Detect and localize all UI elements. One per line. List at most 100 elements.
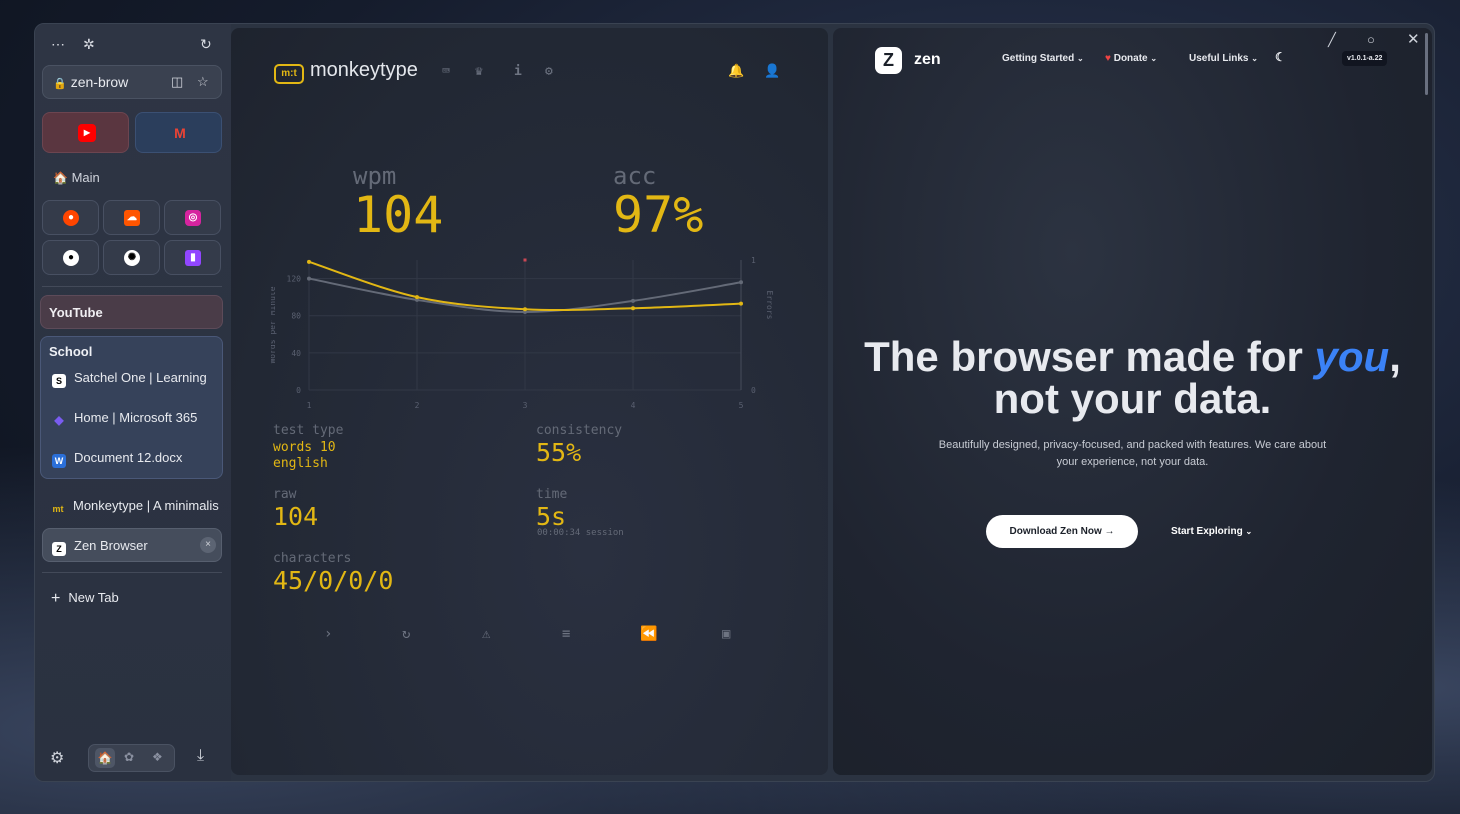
error-marker	[523, 258, 527, 262]
tab-monkeytype[interactable]: mt Monkeytype | A minimalistic	[51, 498, 220, 522]
new-tab-button[interactable]: + New Tab	[51, 590, 119, 614]
replay-icon[interactable]: ⏪	[640, 626, 657, 642]
test-type-label: test type	[273, 423, 344, 438]
url-bar[interactable]: 🔒 zen-brow ◫ ☆	[42, 65, 222, 99]
time-session: 00:00:34 session	[537, 528, 624, 538]
essential-reddit[interactable]: ●	[42, 200, 99, 235]
close-window-icon[interactable]: ✕	[1407, 30, 1420, 48]
series-point	[307, 276, 311, 281]
start-exploring-button[interactable]: Start Exploring ⌄	[1171, 526, 1252, 537]
bookmark-star-icon[interactable]: ☆	[197, 74, 209, 90]
split-view-icon[interactable]: ◫	[171, 74, 183, 90]
theme-toggle-icon[interactable]: ☾	[1275, 50, 1286, 64]
pinned-gmail[interactable]: M	[135, 112, 222, 153]
more-menu-icon[interactable]: ⋯	[51, 36, 65, 53]
twitch-icon: ▮	[185, 250, 201, 266]
characters-value: 45/0/0/0	[273, 566, 394, 595]
divider	[42, 286, 222, 287]
subheadline: Beautifully designed, privacy-focused, a…	[938, 439, 1327, 468]
workspace-label: 🏠 Main	[53, 170, 100, 185]
house-icon: 🏠	[53, 171, 68, 185]
tab-satchel-one[interactable]: S Satchel One | Learning	[52, 370, 220, 394]
keyboard-logo-icon: m:t	[274, 64, 304, 84]
tab-group-youtube[interactable]: YouTube	[40, 295, 223, 329]
arrow-right-icon: →	[1104, 526, 1115, 537]
series-point	[523, 307, 527, 312]
restart-icon[interactable]: ↻	[402, 626, 410, 642]
next-test-icon[interactable]: ›	[324, 626, 332, 642]
chevron-down-icon: ⌄	[1245, 527, 1253, 536]
nav-useful-links[interactable]: Useful Links ⌄	[1189, 53, 1258, 64]
tab-zen-browser[interactable]: Z Zen Browser ×	[42, 528, 222, 562]
satchel-one-icon: S	[52, 374, 66, 388]
zen-brand[interactable]: zen	[914, 51, 941, 69]
raw-value: 104	[273, 502, 319, 531]
y2-tick-label: 0	[751, 386, 756, 395]
third-workspace-icon[interactable]: ❖	[152, 750, 163, 764]
essential-soundcloud[interactable]: ☁	[103, 200, 160, 235]
y2-tick-label: 1	[751, 256, 756, 265]
microsoft-365-icon: ◆	[54, 413, 64, 427]
essential-instagram[interactable]: ◎	[164, 200, 221, 235]
soundcloud-icon: ☁	[124, 210, 140, 226]
screenshot-icon[interactable]: ▣	[722, 626, 730, 642]
y-tick-label: 0	[296, 386, 301, 395]
series-point	[307, 259, 311, 264]
house-workspace-icon[interactable]: 🏠	[95, 748, 115, 768]
tab-word-document[interactable]: W Document 12.docx	[52, 450, 220, 474]
info-icon[interactable]: i	[514, 64, 522, 79]
reload-icon[interactable]: ↻	[200, 36, 212, 53]
maximize-icon[interactable]: ○	[1367, 32, 1375, 47]
y2-axis-label: Errors	[765, 291, 774, 320]
workspace-switcher: 🏠 ✿ ❖	[88, 744, 175, 772]
version-badge: v1.0.1-a.22	[1342, 51, 1388, 66]
consistency-label: consistency	[536, 423, 623, 438]
headline-line-1: The browser made for you,	[864, 333, 1401, 380]
sidebar-footer: ⚙ 🏠 ✿ ❖ ⤓	[35, 744, 231, 774]
time-label: time	[536, 487, 568, 502]
tab-microsoft-365[interactable]: ◆ Home | Microsoft 365	[52, 410, 220, 434]
y-tick-label: 40	[291, 349, 301, 358]
sidebar-toolbar: ⋯ ✲ ↻	[49, 36, 217, 54]
heart-icon: ♥	[1105, 53, 1111, 64]
download-zen-button[interactable]: Download Zen Now →	[986, 515, 1138, 548]
chevron-down-icon: ⌄	[1150, 54, 1158, 63]
x-tick-label: 1	[307, 401, 312, 410]
essential-github[interactable]: ●	[42, 240, 99, 275]
bell-icon[interactable]: 🔔	[728, 64, 744, 79]
nav-donate[interactable]: ♥ Donate ⌄	[1105, 53, 1157, 64]
wpm-value: 104	[353, 186, 444, 244]
settings-gear-icon[interactable]: ⚙	[50, 748, 64, 768]
x-tick-label: 2	[415, 401, 420, 410]
zen-logo-icon[interactable]: Z	[875, 47, 902, 74]
series-point	[631, 306, 635, 311]
tab-group-title[interactable]: School	[49, 344, 92, 359]
word-history-icon[interactable]: ≡	[562, 626, 570, 642]
download-icon[interactable]: ⤓	[197, 747, 204, 765]
zen-icon: Z	[52, 542, 66, 556]
scrollbar[interactable]	[1425, 33, 1428, 95]
settings-icon[interactable]: ⚙	[545, 64, 553, 79]
x-tick-label: 4	[631, 401, 636, 410]
keyboard-icon[interactable]: ⌨	[442, 64, 450, 79]
school-workspace-icon[interactable]: ✿	[124, 750, 134, 764]
pinned-youtube[interactable]: ▶	[42, 112, 129, 153]
warning-icon[interactable]: ⚠	[482, 626, 490, 642]
essential-twitch[interactable]: ▮	[164, 240, 221, 275]
raw-label: raw	[273, 487, 297, 502]
close-tab-icon[interactable]: ×	[200, 537, 216, 553]
y-tick-label: 120	[287, 275, 302, 284]
crown-icon[interactable]: ♛	[475, 64, 483, 79]
essential-chatgpt[interactable]: ✺	[103, 240, 160, 275]
account-icon[interactable]: 👤	[764, 64, 780, 79]
y-axis-label: Words per Minute	[271, 286, 277, 363]
minimize-icon[interactable]: ╱	[1328, 32, 1336, 48]
github-icon: ●	[63, 250, 79, 266]
monkeytype-logo[interactable]: m:t monkeytype	[274, 59, 418, 84]
monkeytype-pane: m:t monkeytype ⌨ ♛ i ⚙ 🔔 👤 wpm 104 acc 97…	[231, 28, 828, 775]
nav-getting-started[interactable]: Getting Started ⌄	[1002, 53, 1084, 64]
reddit-icon: ●	[63, 210, 79, 226]
extensions-icon[interactable]: ✲	[83, 36, 95, 53]
series-point	[631, 298, 635, 303]
chevron-down-icon: ⌄	[1251, 54, 1258, 63]
